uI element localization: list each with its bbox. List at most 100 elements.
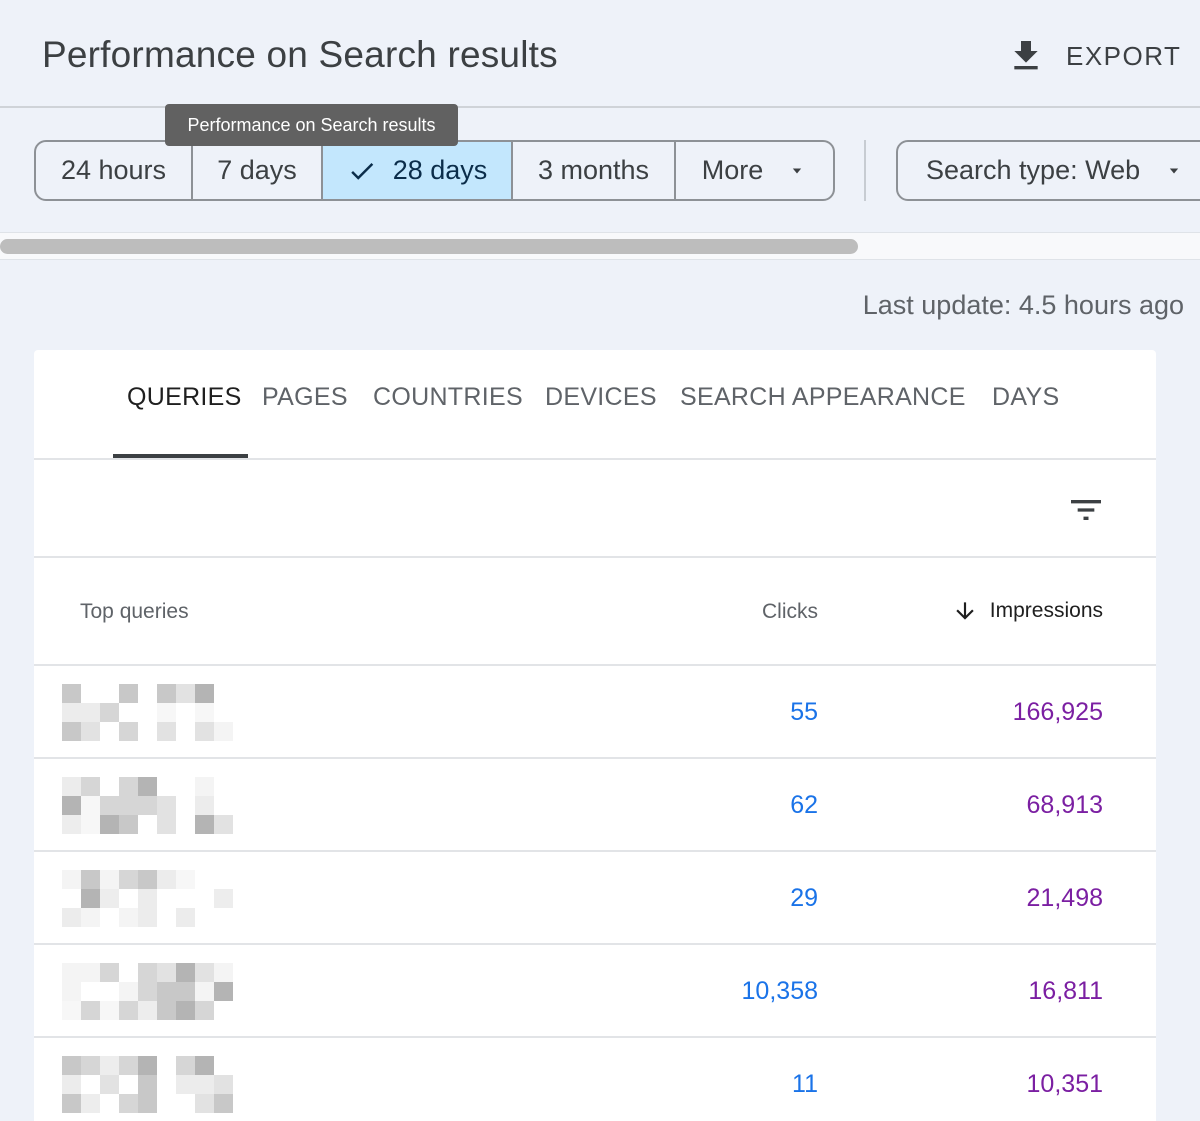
impressions-value: 10,351 [1026, 1070, 1103, 1098]
redaction-pixel [157, 815, 176, 834]
redaction-pixel [214, 1094, 233, 1113]
export-button[interactable]: EXPORT [1006, 34, 1186, 78]
scrollbar-thumb[interactable] [0, 239, 858, 254]
chip-label: 3 months [537, 155, 650, 185]
redaction-pixel [81, 1056, 100, 1075]
redaction-pixel [81, 963, 100, 982]
redaction-pixel [62, 777, 81, 796]
chip-more[interactable]: More [676, 142, 833, 199]
page-title: Performance on Search results [42, 34, 558, 75]
column-header-query[interactable]: Top queries [80, 600, 189, 624]
chip-7-days[interactable]: 7 days [193, 142, 323, 199]
tab-pages[interactable]: PAGES [262, 383, 348, 412]
redacted-query [62, 684, 242, 741]
redacted-query [62, 1056, 242, 1113]
redaction-pixel [157, 796, 176, 815]
redaction-pixel [119, 684, 138, 703]
download-icon [1014, 41, 1038, 70]
check-icon [350, 162, 373, 180]
clicks-value: 11 [792, 1070, 818, 1098]
redaction-pixel [138, 1001, 157, 1020]
chip-label: 7 days [217, 155, 297, 185]
export-label: EXPORT [1066, 40, 1182, 71]
redaction-pixel [81, 703, 100, 722]
clicks-value: 62 [790, 791, 818, 819]
chip-3-months[interactable]: 3 months [513, 142, 676, 199]
tab-days[interactable]: DAYS [992, 383, 1059, 412]
table-row[interactable]: 29 21,498 [34, 852, 1156, 945]
report-card: QUERIES PAGES COUNTRIES DEVICES SEARCH A… [34, 350, 1156, 1121]
impressions-value: 68,913 [1026, 791, 1103, 819]
redaction-pixel [195, 963, 214, 982]
redaction-pixel [62, 796, 81, 815]
date-range-selector: 24 hours 7 days 28 days 3 months More [34, 140, 835, 201]
redaction-pixel [214, 722, 233, 741]
redaction-pixel [176, 982, 195, 1001]
filter-icon[interactable] [1066, 490, 1106, 530]
chip-28-days[interactable]: 28 days [323, 142, 513, 199]
redaction-pixel [214, 815, 233, 834]
redaction-pixel [138, 1075, 157, 1094]
redaction-pixel [195, 1094, 214, 1113]
redaction-pixel [138, 1094, 157, 1113]
redaction-pixel [62, 684, 81, 703]
redaction-pixel [138, 777, 157, 796]
redaction-pixel [157, 870, 176, 889]
redacted-query [62, 777, 242, 834]
redaction-pixel [176, 684, 195, 703]
tab-search-appearance[interactable]: SEARCH APPEARANCE [680, 383, 966, 412]
redaction-pixel [214, 963, 233, 982]
chip-24-hours[interactable]: 24 hours [36, 142, 193, 199]
redacted-query [62, 870, 242, 927]
last-update-text: Last update: 4.5 hours ago [862, 290, 1184, 320]
tab-countries[interactable]: COUNTRIES [373, 383, 523, 412]
chip-label: 24 hours [60, 155, 167, 185]
table-toolbar [34, 460, 1156, 558]
impressions-value: 16,811 [1028, 977, 1103, 1005]
redaction-pixel [62, 722, 81, 741]
column-header-clicks[interactable]: Clicks [762, 600, 818, 624]
impressions-value: 21,498 [1026, 884, 1103, 912]
redaction-pixel [100, 796, 119, 815]
column-header-impressions[interactable]: Impressions [952, 598, 1103, 624]
redaction-pixel [81, 889, 100, 908]
redaction-pixel [119, 908, 138, 927]
arrow-down-icon [956, 602, 974, 620]
redaction-pixel [119, 1094, 138, 1113]
redaction-pixel [62, 1001, 81, 1020]
redaction-pixel [81, 1094, 100, 1113]
redaction-pixel [157, 963, 176, 982]
redaction-pixel [62, 1094, 81, 1113]
redaction-pixel [157, 684, 176, 703]
redaction-pixel [62, 703, 81, 722]
redaction-pixel [176, 1075, 195, 1094]
redaction-pixel [62, 870, 81, 889]
redaction-pixel [138, 1056, 157, 1075]
redaction-pixel [195, 684, 214, 703]
redaction-pixel [176, 870, 195, 889]
search-type-dropdown[interactable]: Search type: Web [896, 140, 1200, 201]
redaction-pixel [81, 1001, 100, 1020]
tab-queries[interactable]: QUERIES [127, 383, 242, 412]
table-row[interactable]: 62 68,913 [34, 759, 1156, 852]
table-row[interactable]: 10,358 16,811 [34, 945, 1156, 1038]
table-row[interactable]: 55 166,925 [34, 666, 1156, 759]
redaction-pixel [100, 963, 119, 982]
redaction-pixel [62, 982, 81, 1001]
tab-devices[interactable]: DEVICES [545, 383, 657, 412]
redaction-pixel [119, 815, 138, 834]
redaction-pixel [138, 796, 157, 815]
redacted-query [62, 963, 242, 1020]
redaction-pixel [138, 870, 157, 889]
impressions-value: 166,925 [1012, 698, 1103, 726]
redaction-pixel [195, 1075, 214, 1094]
redaction-pixel [81, 908, 100, 927]
redaction-pixel [195, 1056, 214, 1075]
redaction-pixel [195, 777, 214, 796]
table-row[interactable]: 11 10,351 [34, 1038, 1156, 1121]
redaction-pixel [81, 796, 100, 815]
redaction-pixel [62, 1056, 81, 1075]
redaction-pixel [100, 889, 119, 908]
redaction-pixel [176, 908, 195, 927]
redaction-pixel [157, 703, 176, 722]
